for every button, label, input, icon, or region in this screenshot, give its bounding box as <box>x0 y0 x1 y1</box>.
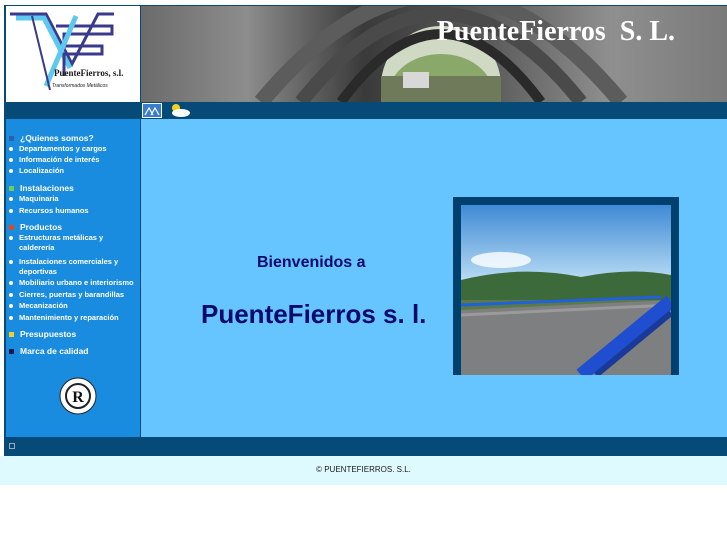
nav-item[interactable]: Maquinaria <box>9 194 59 204</box>
icon-strip <box>6 102 727 119</box>
header-banner: PuenteFierros S. L. <box>141 6 727 102</box>
nav-item-label: ¿Quienes somos? <box>20 133 94 143</box>
dot-bullet-icon <box>9 293 13 297</box>
nav-item-label: Instalaciones <box>20 183 74 193</box>
nav-item[interactable]: Instalaciones comerciales y deportivas <box>9 257 137 277</box>
dot-bullet-icon <box>9 260 13 264</box>
nav-item-label: Productos <box>20 222 63 232</box>
nav-item[interactable]: Estructuras metálicas y calderería <box>9 233 137 253</box>
dot-bullet-icon <box>9 197 13 201</box>
nav-item-label: Mantenimiento y reparación <box>19 313 119 322</box>
square-bullet-icon <box>9 186 14 191</box>
nav-item[interactable]: Recursos humanos <box>9 206 89 216</box>
nav-item[interactable]: Productos <box>9 222 62 232</box>
footer-copyright: © PUENTEFIERROS. S.L. <box>316 465 411 474</box>
nav-item-label: Estructuras metálicas y calderería <box>19 233 104 252</box>
nav-item[interactable]: Marca de calidad <box>9 346 89 356</box>
quality-seal-icon[interactable]: R <box>59 377 97 415</box>
nav-item-label: Recursos humanos <box>19 206 89 215</box>
dot-bullet-icon <box>9 236 13 240</box>
company-heading: PuenteFierros s. l. <box>201 299 427 329</box>
nav-item[interactable]: Instalaciones <box>9 183 74 193</box>
welcome-heading: Bienvenidos a <box>257 254 366 271</box>
small-link-icon[interactable] <box>9 443 15 449</box>
square-bullet-icon <box>9 332 14 337</box>
nav-item-label: Mobiliario urbano e interiorismo <box>19 278 134 287</box>
nav-item-label: Departamentos y cargos <box>19 144 107 153</box>
guardrail-photo <box>461 205 671 375</box>
logo-tagline: Transformados Metálicos <box>52 83 108 89</box>
nav-item[interactable]: ¿Quienes somos? <box>9 133 94 143</box>
nav-item-label: Instalaciones comerciales y deportivas <box>19 257 119 276</box>
banner-title: PuenteFierros S. L. <box>436 16 675 47</box>
svg-text:R: R <box>72 389 84 406</box>
nav-item[interactable]: Departamentos y cargos <box>9 144 107 154</box>
nav-item[interactable]: Mecanización <box>9 301 68 311</box>
nav-item[interactable]: Mobiliario urbano e interiorismo <box>9 278 134 288</box>
nav-item[interactable]: Presupuestos <box>9 329 76 339</box>
square-bullet-icon <box>9 225 14 230</box>
dot-bullet-icon <box>9 158 13 162</box>
nav-item[interactable]: Información de interés <box>9 155 99 165</box>
nav-item[interactable]: Localización <box>9 166 64 176</box>
dot-bullet-icon <box>9 316 13 320</box>
nav-item-label: Localización <box>19 166 65 175</box>
nav-item[interactable]: Cierres, puertas y barandillas <box>9 290 124 300</box>
dot-bullet-icon <box>9 209 13 213</box>
dot-bullet-icon <box>9 169 13 173</box>
bottom-bar <box>6 437 727 456</box>
main-content: Bienvenidos a PuenteFierros s. l. <box>141 119 727 437</box>
dot-bullet-icon <box>9 304 13 308</box>
nav-item-label: Presupuestos <box>20 329 77 339</box>
home-icon[interactable] <box>142 103 162 118</box>
dot-bullet-icon <box>9 281 13 285</box>
weather-icon[interactable] <box>166 101 192 119</box>
sidebar-nav: ¿Quienes somos? Departamentos y cargos Inf… <box>6 119 140 437</box>
company-logo[interactable]: PuenteFierros, s.l. Transformados Metáli… <box>6 6 140 102</box>
square-bullet-icon <box>9 349 14 354</box>
nav-item-label: Mecanización <box>19 301 68 310</box>
dot-bullet-icon <box>9 147 13 151</box>
nav-item-label: Marca de calidad <box>20 346 89 356</box>
logo-name: PuenteFierros, s.l. <box>54 68 124 78</box>
nav-item[interactable]: Mantenimiento y reparación <box>9 313 119 323</box>
nav-item-label: Cierres, puertas y barandillas <box>19 290 125 299</box>
nav-item-label: Información de interés <box>19 155 100 164</box>
nav-item-label: Maquinaria <box>19 194 59 203</box>
footer: © PUENTEFIERROS. S.L. <box>0 456 727 485</box>
square-bullet-icon <box>9 136 14 141</box>
photo-frame <box>453 197 679 375</box>
